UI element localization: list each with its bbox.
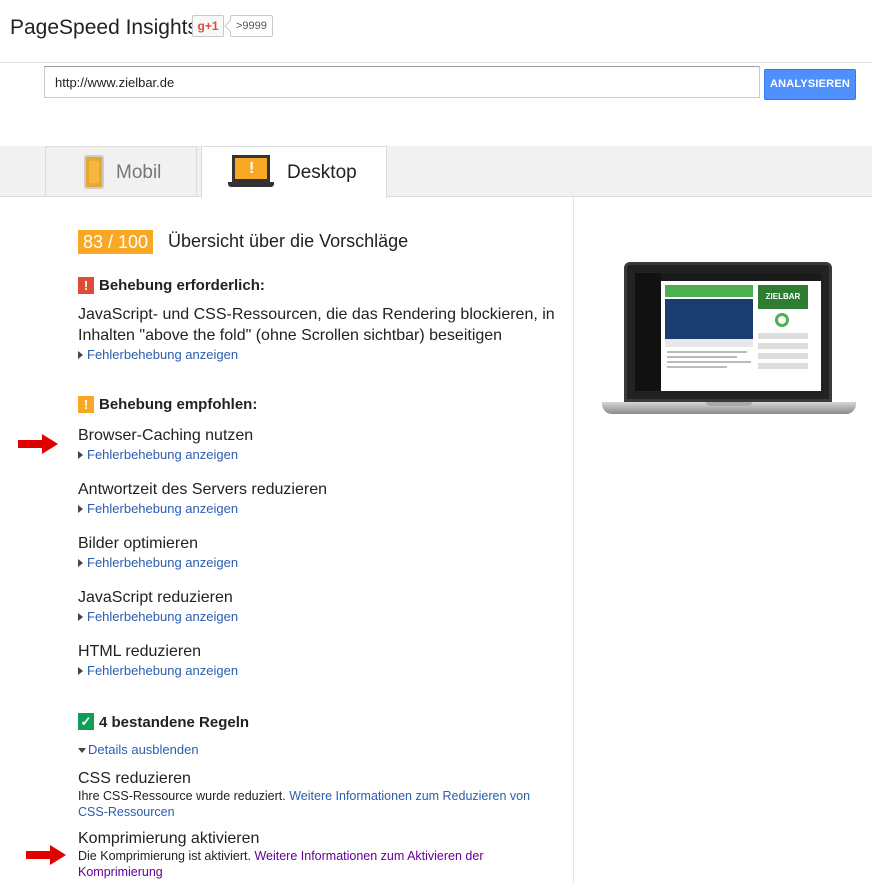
show-fix-link[interactable]: Fehlerbehebung anzeigen: [78, 555, 238, 570]
tab-mobile-label: Mobil: [116, 162, 162, 183]
header-divider: [0, 62, 872, 63]
expand-triangle-icon: [78, 667, 83, 675]
warning-icon: !: [78, 396, 94, 413]
app-title: PageSpeed Insights: [10, 16, 198, 39]
error-icon: !: [78, 277, 94, 294]
mobile-phone-icon: [84, 155, 104, 189]
expand-triangle-icon: [78, 559, 83, 567]
rule-title-render-blocking: JavaScript- und CSS-Ressourcen, die das …: [78, 306, 555, 344]
tab-mobile[interactable]: Mobil: [45, 146, 197, 196]
expand-triangle-icon: [78, 505, 83, 513]
tab-desktop[interactable]: ! Desktop: [201, 146, 387, 198]
section-heading-required: Behebung erforderlich:: [99, 277, 265, 294]
section-heading-passed: 4 bestandene Regeln: [99, 714, 250, 731]
tab-desktop-label: Desktop: [287, 162, 357, 183]
show-fix-link[interactable]: Fehlerbehebung anzeigen: [78, 447, 238, 462]
summary-title: Übersicht über die Vorschläge: [168, 231, 409, 251]
collapse-triangle-icon: [78, 748, 86, 753]
url-input[interactable]: [44, 66, 760, 98]
check-icon: ✓: [78, 713, 94, 730]
rule-title-minify-html: HTML reduzieren: [78, 643, 202, 660]
desktop-preview-screenshot: ZIELBAR: [602, 262, 856, 434]
rule-desc-compression: Die Komprimierung ist aktiviert. Weitere…: [78, 849, 484, 879]
show-fix-link[interactable]: Fehlerbehebung anzeigen: [78, 501, 238, 516]
score-badge: 83 / 100: [78, 230, 154, 254]
google-plus-count: >9999: [230, 15, 273, 37]
show-fix-link[interactable]: Fehlerbehebung anzeigen: [78, 609, 238, 624]
red-arrow-annotation-icon: [26, 845, 66, 865]
rule-desc-minify-css: Ihre CSS-Ressource wurde reduziert. Weit…: [78, 789, 531, 819]
desktop-laptop-icon: !: [228, 155, 274, 189]
rule-title-minify-css: CSS reduzieren: [78, 770, 191, 787]
rule-title-optimize-images: Bilder optimieren: [78, 535, 199, 552]
preview-site-logo: ZIELBAR: [758, 285, 808, 309]
hide-details-link[interactable]: Details ausblenden: [78, 742, 199, 757]
expand-triangle-icon: [78, 451, 83, 459]
rule-title-browser-caching: Browser-Caching nutzen: [78, 427, 254, 444]
rule-title-minify-js: JavaScript reduzieren: [78, 589, 233, 606]
rule-title-compression: Komprimierung aktivieren: [78, 830, 260, 847]
expand-triangle-icon: [78, 613, 83, 621]
expand-triangle-icon: [78, 351, 83, 359]
red-arrow-annotation-icon: [18, 434, 58, 454]
analyze-button[interactable]: ANALYSIEREN: [764, 69, 856, 100]
column-divider: [573, 197, 574, 883]
rule-title-server-response: Antwortzeit des Servers reduzieren: [78, 481, 327, 498]
show-fix-link[interactable]: Fehlerbehebung anzeigen: [78, 347, 238, 362]
google-plus-button[interactable]: g+1: [192, 15, 224, 37]
section-heading-recommended: Behebung empfohlen:: [99, 396, 258, 413]
show-fix-link[interactable]: Fehlerbehebung anzeigen: [78, 663, 238, 678]
